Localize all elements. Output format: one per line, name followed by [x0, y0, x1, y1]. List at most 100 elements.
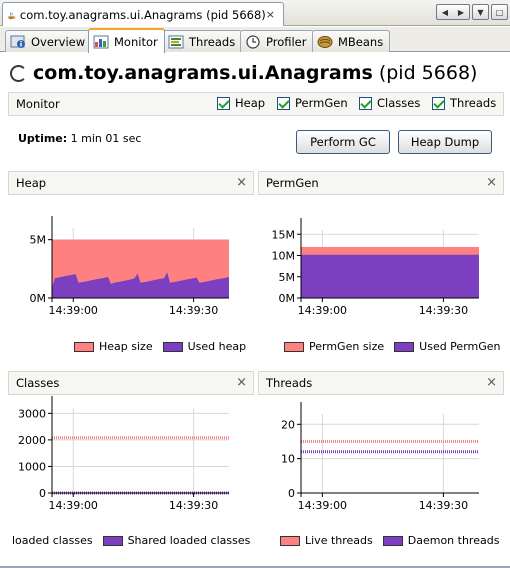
- legend-item: Shared loaded classes: [102, 534, 251, 547]
- heap-dump-button[interactable]: Heap Dump: [398, 130, 492, 154]
- classes-panel-header: Classes ×: [8, 371, 254, 395]
- legend-swatch: [284, 341, 304, 352]
- y-tick-label: 1000: [18, 460, 46, 473]
- legend-label: Used heap: [187, 340, 247, 353]
- profiler-clock-icon: [246, 34, 260, 49]
- tab-profiler-label: Profiler: [266, 34, 307, 49]
- legend-label: Used PermGen: [419, 340, 501, 353]
- tab-threads-label: Threads: [189, 34, 236, 49]
- legend-swatch: [102, 535, 123, 546]
- legend-item: PermGen size: [284, 340, 384, 353]
- legend-label: Heap size: [99, 340, 153, 353]
- checkbox-checked-icon[interactable]: [277, 96, 290, 110]
- close-icon[interactable]: ×: [236, 175, 247, 190]
- permgen-legend: PermGen size Used PermGen: [284, 340, 501, 353]
- legend-item: loaded classes: [12, 534, 93, 547]
- tab-overview-label: Overview: [31, 34, 86, 49]
- checkbox-checked-icon[interactable]: [432, 96, 445, 110]
- x-tick-label: 14:39:00: [298, 304, 347, 317]
- document-tab-label: com.toy.anagrams.ui.Anagrams (pid 5668): [19, 7, 266, 22]
- legend-label: Daemon threads: [407, 534, 500, 547]
- tab-threads[interactable]: Threads: [163, 30, 243, 52]
- scroll-left-icon[interactable]: ◀: [442, 8, 448, 17]
- tab-mbeans-label: MBeans: [338, 34, 384, 49]
- legend-label: loaded classes: [12, 534, 93, 547]
- classes-checkbox-label: Classes: [377, 96, 421, 110]
- y-tick-label: 20: [281, 418, 295, 431]
- classes-checkbox[interactable]: Classes: [359, 96, 420, 110]
- permgen-panel-title: PermGen: [266, 176, 319, 190]
- y-tick-label: 5M: [279, 271, 296, 284]
- legend-label: Live threads: [305, 534, 373, 547]
- page-title: com.toy.anagrams.ui.Anagrams (pid 5668): [10, 62, 477, 84]
- threads-panel-title: Threads: [266, 376, 313, 390]
- heap-checkbox-label: Heap: [235, 96, 266, 110]
- threads-checkbox[interactable]: Threads: [432, 96, 496, 110]
- threads-legend: Live threads Daemon threads: [280, 534, 499, 547]
- close-icon[interactable]: ×: [236, 375, 247, 390]
- document-tab[interactable]: com.toy.anagrams.ui.Anagrams (pid 5668) …: [2, 2, 284, 26]
- x-tick-label: 14:39:30: [419, 304, 468, 317]
- perform-gc-button[interactable]: Perform GC: [296, 130, 390, 154]
- java-app-icon: [8, 11, 16, 19]
- checkbox-checked-icon[interactable]: [359, 96, 372, 110]
- heap-panel-header: Heap ×: [8, 171, 254, 195]
- legend-swatch: [382, 535, 403, 546]
- y-tick-label: 0M: [279, 292, 296, 305]
- tab-mbeans[interactable]: MBeans: [312, 30, 391, 52]
- permgen-panel-header: PermGen ×: [258, 171, 504, 195]
- y-tick-label: 0: [288, 487, 295, 500]
- threads-chart: 0 10 20 14:39:00 14:39:30: [281, 402, 479, 512]
- legend-item: Used PermGen: [394, 340, 501, 353]
- permgen-chart: 0M 5M 10M 15M 14:39:00 14:39:30: [272, 218, 479, 317]
- legend-item: Daemon threads: [382, 534, 500, 547]
- monitor-section-label: Monitor: [16, 97, 60, 111]
- permgen-checkbox-label: PermGen: [295, 96, 348, 110]
- info-icon: [10, 35, 25, 48]
- window-controls: ◀ ▶ ▼ □: [436, 4, 508, 20]
- tab-list-dropdown-button[interactable]: ▼: [472, 4, 489, 20]
- application-name: com.toy.anagrams.ui.Anagrams: [33, 62, 373, 84]
- restore-window-button[interactable]: □: [491, 4, 508, 20]
- classes-chart: 0 1000 2000 3000 14:39:00 14:39:30: [18, 396, 229, 512]
- monitor-options-bar: Monitor Heap PermGen Classes Threads: [8, 92, 504, 116]
- x-tick-label: 14:39:30: [169, 499, 218, 512]
- close-icon[interactable]: ×: [266, 8, 275, 21]
- threads-panel-header: Threads ×: [258, 371, 504, 395]
- y-tick-label: 15M: [272, 228, 296, 241]
- classes-panel-title: Classes: [16, 376, 60, 390]
- tab-monitor[interactable]: Monitor: [88, 28, 165, 53]
- checkbox-checked-icon[interactable]: [217, 96, 230, 110]
- scroll-right-icon[interactable]: ▶: [458, 8, 464, 17]
- y-tick-label: 0: [39, 487, 46, 500]
- view-tabs: Overview Monitor Threads Profiler MBeans: [0, 27, 510, 53]
- x-tick-label: 14:39:00: [49, 304, 98, 317]
- close-icon[interactable]: ×: [486, 175, 497, 190]
- threads-checkbox-label: Threads: [450, 96, 497, 110]
- legend-swatch: [280, 535, 300, 546]
- y-tick-label: 2000: [18, 434, 46, 447]
- monitor-chart-icon: [93, 35, 109, 48]
- x-tick-label: 14:39:00: [49, 499, 98, 512]
- uptime: Uptime: 1 min 01 sec: [18, 132, 141, 145]
- heap-checkbox[interactable]: Heap: [217, 96, 265, 110]
- legend-label: Shared loaded classes: [127, 534, 251, 547]
- legend-swatch: [394, 341, 415, 352]
- permgen-checkbox[interactable]: PermGen: [277, 96, 348, 110]
- series-area-used: [301, 254, 479, 298]
- tab-overview[interactable]: Overview: [5, 30, 93, 52]
- tab-navigation-buttons[interactable]: ◀ ▶: [436, 4, 470, 20]
- y-tick-label: 10M: [272, 250, 296, 263]
- x-tick-label: 14:39:00: [298, 499, 347, 512]
- y-tick-label: 3000: [18, 407, 46, 420]
- y-tick-label: 0M: [30, 292, 47, 305]
- loading-spinner-icon: [10, 64, 27, 82]
- process-id: (pid 5668): [378, 62, 478, 84]
- legend-item: Heap size: [74, 340, 153, 353]
- tab-profiler[interactable]: Profiler: [240, 30, 314, 52]
- close-icon[interactable]: ×: [486, 375, 497, 390]
- heap-panel-title: Heap: [16, 176, 47, 190]
- legend-item: Live threads: [280, 534, 373, 547]
- y-tick-label: 5M: [30, 234, 47, 247]
- x-tick-label: 14:39:30: [419, 499, 468, 512]
